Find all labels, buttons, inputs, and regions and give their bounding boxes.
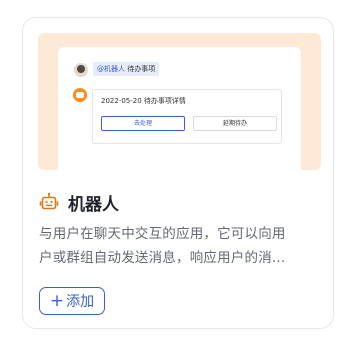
plus-icon: +	[49, 290, 65, 311]
mention-text: @机器人	[97, 65, 125, 73]
bot-avatar	[73, 88, 87, 102]
chat-mockup: @机器人 待办事项 2022-05-20 待办事项详情 去处理 延期待办	[58, 47, 301, 170]
description-line-1: 与用户在聊天中交互的应用，它可以向用	[39, 226, 286, 242]
description-line-2: 户或群组自动发送消息，响应用户的消...	[39, 250, 286, 266]
mention-tag: @机器人 待办事项	[93, 62, 160, 76]
handle-button-mock: 去处理	[101, 116, 185, 131]
card-header: 机器人	[39, 190, 119, 215]
robot-app-card[interactable]: @机器人 待办事项 2022-05-20 待办事项详情 去处理 延期待办 机器人…	[22, 17, 334, 329]
delay-button-mock: 延期待办	[193, 116, 277, 131]
card-description: 与用户在聊天中交互的应用，它可以向用 户或群组自动发送消息，响应用户的消...	[39, 222, 324, 270]
message-title: 2022-05-20 待办事项详情	[101, 97, 186, 105]
message-card: 2022-05-20 待办事项详情 去处理 延期待办	[92, 89, 282, 144]
user-avatar	[74, 63, 88, 77]
add-button[interactable]: + 添加	[39, 287, 105, 315]
todo-label: 待办事项	[127, 65, 156, 73]
robot-icon	[39, 192, 59, 210]
preview-image: @机器人 待办事项 2022-05-20 待办事项详情 去处理 延期待办	[38, 33, 321, 170]
card-title: 机器人	[68, 194, 119, 215]
add-button-label: 添加	[66, 294, 95, 310]
